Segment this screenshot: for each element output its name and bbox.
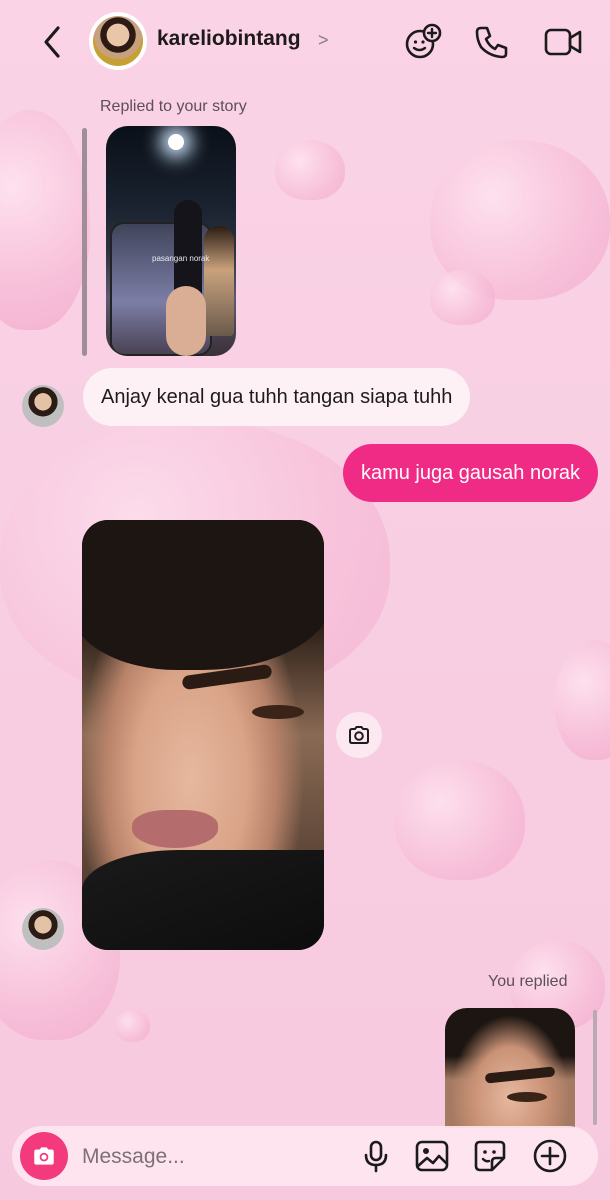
background-heart [395,760,525,880]
profile-avatar[interactable] [89,12,147,70]
background-heart [555,640,610,760]
chevron-right-icon[interactable]: > [318,30,329,51]
reply-indicator-bar [82,128,87,356]
camera-icon[interactable] [20,1132,68,1180]
camera-icon[interactable] [336,712,382,758]
story-reply-label: Replied to your story [100,98,247,115]
replied-photo-thumbnail[interactable] [445,1008,575,1128]
message-composer [12,1126,598,1186]
username[interactable]: kareliobintang [157,27,301,51]
you-replied-label: You replied [488,973,568,990]
outgoing-message[interactable]: kamu juga gausah norak [342,444,598,502]
back-icon[interactable] [38,24,68,60]
phone-icon[interactable] [472,22,512,62]
message-input[interactable] [80,1136,344,1178]
story-thumb-text: pasangan norak [152,254,210,263]
story-thumbnail[interactable]: pasangan norak [106,126,236,356]
add-icon[interactable] [532,1138,568,1174]
effects-add-icon[interactable] [403,22,443,62]
background-heart [275,140,345,200]
background-heart [0,110,90,330]
incoming-message[interactable]: Anjay kenal gua tuhh tangan siapa tuhh [83,368,471,426]
photo-message[interactable] [82,520,324,950]
sticker-icon[interactable] [472,1138,508,1174]
background-heart [115,1010,150,1042]
scrollbar[interactable] [593,1010,597,1125]
video-icon[interactable] [543,22,583,62]
sender-avatar[interactable] [22,908,64,950]
sender-avatar[interactable] [22,385,64,427]
gallery-icon[interactable] [414,1138,450,1174]
microphone-icon[interactable] [358,1138,394,1174]
background-heart [430,270,495,325]
chat-header: kareliobintang > [0,0,610,86]
